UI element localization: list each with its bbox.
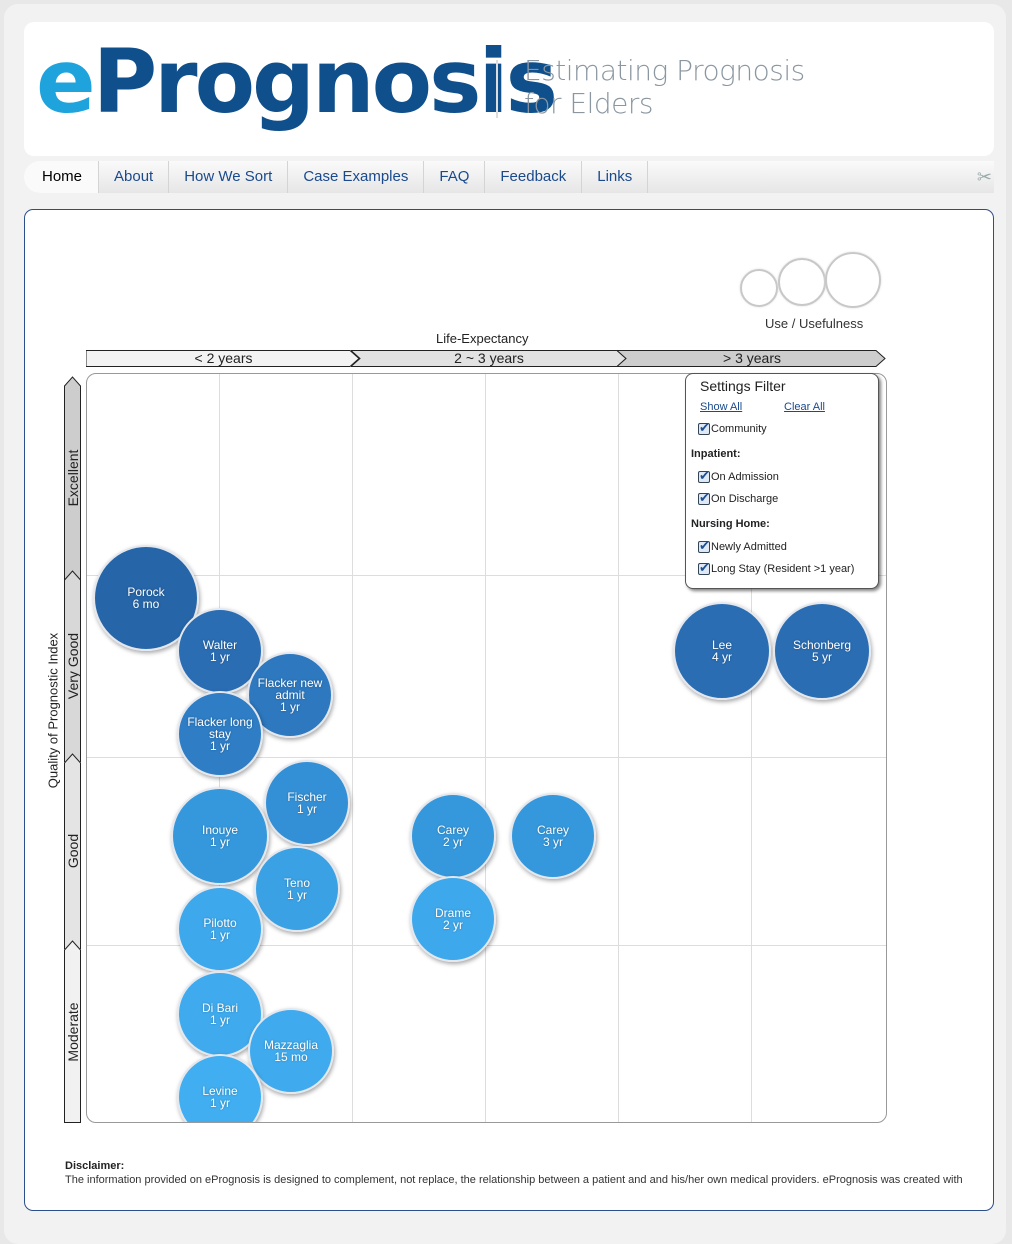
nav-how-we-sort[interactable]: How We Sort [169, 161, 289, 193]
tagline: Estimating Prognosis for Elders [524, 54, 805, 120]
bubble-drame[interactable]: Drame 2 yr [410, 876, 496, 962]
bubble-value: 4 yr [711, 650, 732, 664]
legend-circle-medium [778, 258, 826, 306]
bubble-value: 1 yr [279, 700, 300, 714]
show-all-link[interactable]: Show All [700, 401, 742, 413]
disclaimer-heading: Disclaimer: [65, 1160, 125, 1172]
x-segment-label: > 3 years [723, 350, 781, 366]
bubble-value: 1 yr [286, 888, 307, 902]
checkbox-icon[interactable] [698, 468, 710, 484]
tools-icon[interactable]: ✂ [977, 167, 992, 188]
grid-line [485, 374, 486, 1122]
nav-bar: Home About How We Sort Case Examples FAQ… [24, 161, 994, 193]
logo-text: Prognosis [92, 30, 558, 133]
bubble-schonberg[interactable]: Schonberg 5 yr [773, 602, 871, 700]
legend-circle-small [740, 269, 778, 307]
checkbox-label: On Discharge [711, 493, 779, 505]
x-axis-title: Life-Expectancy [436, 331, 529, 346]
bubble-value: 1 yr [209, 1096, 230, 1110]
bubble-value: 15 mo [274, 1050, 308, 1064]
x-segment-lt2: < 2 years [86, 350, 361, 367]
bubble-teno[interactable]: Teno 1 yr [254, 846, 340, 932]
checkbox-label: Long Stay (Resident >1 year) [711, 563, 855, 575]
settings-filter: Settings Filter Show All Clear All Commu… [685, 373, 879, 589]
logo-e: e [36, 30, 96, 133]
bubble-value: 6 mo [132, 597, 160, 611]
header-divider [496, 60, 498, 118]
bubble-value: 2 yr [442, 918, 463, 932]
nav-home[interactable]: Home [24, 161, 100, 193]
clear-all-link[interactable]: Clear All [784, 401, 825, 413]
bubble-lee[interactable]: Lee 4 yr [673, 602, 771, 700]
community-checkbox[interactable]: Community [698, 420, 767, 436]
inpatient-heading: Inpatient: [691, 448, 741, 460]
legend-circle-large [825, 252, 881, 308]
grid-line [352, 374, 353, 1122]
nursing-home-heading: Nursing Home: [691, 518, 770, 530]
y-axis-title: Quality of Prognostic Index [45, 632, 61, 789]
checkbox-icon[interactable] [698, 420, 710, 436]
bubble-carey[interactable]: Carey 2 yr [410, 793, 496, 879]
nav-links[interactable]: Links [582, 161, 649, 193]
tagline-line2: for Elders [524, 87, 653, 120]
checkbox-icon[interactable] [698, 560, 710, 576]
y-segment-very-good: Very Good [64, 570, 81, 762]
bubble-value: 1 yr [296, 802, 317, 816]
long-stay-checkbox[interactable]: Long Stay (Resident >1 year) [698, 560, 855, 576]
bubble-mazzaglia[interactable]: Mazzaglia 15 mo [248, 1008, 334, 1094]
bubble-value: 3 yr [542, 835, 563, 849]
y-segment-label: Good [64, 833, 81, 869]
bubble-value: 1 yr [209, 1013, 230, 1027]
bubble-flacker-long-stay[interactable]: Flacker long stay 1 yr [177, 691, 263, 777]
bubble-inouye[interactable]: Inouye 1 yr [171, 787, 269, 885]
bubble-value: 5 yr [811, 650, 832, 664]
on-admission-checkbox[interactable]: On Admission [698, 468, 779, 484]
on-discharge-checkbox[interactable]: On Discharge [698, 490, 779, 506]
newly-admitted-checkbox[interactable]: Newly Admitted [698, 538, 787, 554]
tagline-line1: Estimating Prognosis [524, 54, 805, 87]
content-panel: Use / Usefulness Life-Expectancy < 2 yea… [24, 209, 994, 1211]
nav-feedback[interactable]: Feedback [485, 161, 583, 193]
checkbox-label: Newly Admitted [711, 541, 787, 553]
bubble-value: 1 yr [209, 835, 230, 849]
checkbox-icon[interactable] [698, 538, 710, 554]
logo[interactable]: ePrognosis [36, 30, 558, 133]
bubble-value: 1 yr [209, 928, 230, 942]
checkbox-label: On Admission [711, 471, 779, 483]
y-segment-excellent: Excellent [64, 376, 81, 580]
x-segment-label: < 2 years [194, 350, 253, 366]
page: ePrognosis Estimating Prognosis for Elder… [4, 4, 1006, 1244]
bubble-value: 1 yr [209, 739, 230, 753]
x-segment-2to3: 2 ~ 3 years [351, 350, 627, 367]
y-segment-label: Moderate [64, 1001, 81, 1062]
bubble-pilotto[interactable]: Pilotto 1 yr [177, 886, 263, 972]
y-segment-good: Good [64, 753, 81, 949]
disclaimer-text: The information provided on ePrognosis i… [65, 1174, 963, 1186]
nav-case-examples[interactable]: Case Examples [288, 161, 425, 193]
bubble-value: 2 yr [442, 835, 463, 849]
x-segment-gt3: > 3 years [617, 350, 887, 367]
checkbox-icon[interactable] [698, 490, 710, 506]
bubble-value: 1 yr [209, 650, 230, 664]
y-segment-label: Very Good [64, 632, 81, 700]
grid-line [618, 374, 619, 1122]
legend-label: Use / Usefulness [765, 316, 864, 331]
y-segment-label: Excellent [64, 449, 81, 507]
bubble-fischer[interactable]: Fischer 1 yr [264, 760, 350, 846]
checkbox-label: Community [711, 423, 767, 435]
bubble-carey[interactable]: Carey 3 yr [510, 793, 596, 879]
nav-faq[interactable]: FAQ [424, 161, 486, 193]
x-segment-label: 2 ~ 3 years [454, 350, 524, 366]
filter-title: Settings Filter [700, 378, 786, 394]
header: ePrognosis Estimating Prognosis for Elder… [24, 22, 994, 156]
y-segment-moderate: Moderate [64, 940, 81, 1123]
nav-about[interactable]: About [99, 161, 170, 193]
